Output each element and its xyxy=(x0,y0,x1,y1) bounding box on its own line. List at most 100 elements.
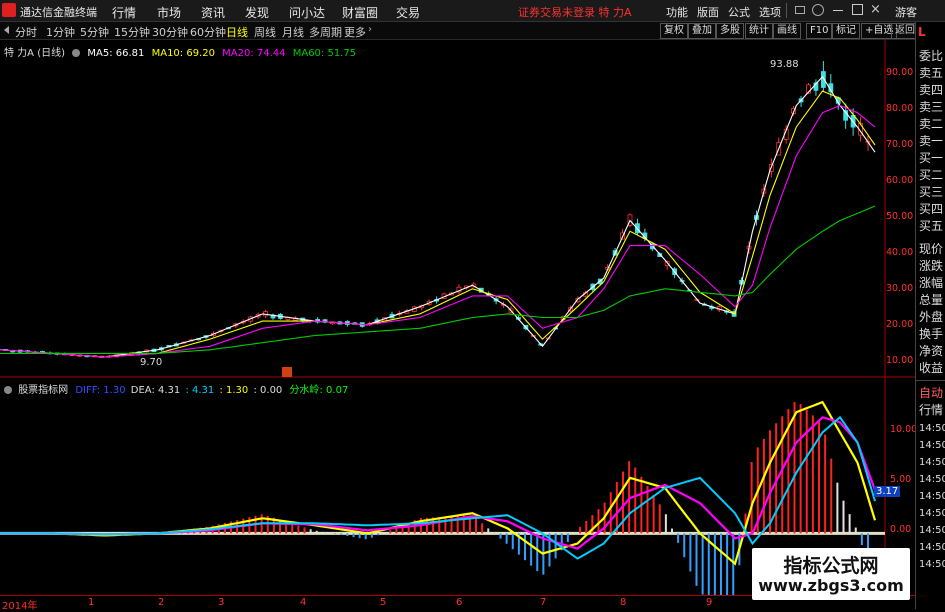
macd-line-diff xyxy=(0,400,877,566)
tick-time: 14:50 xyxy=(919,440,945,451)
period-toolbar: 分时 1分钟 5分钟 15分钟 30分钟 60分钟 日线 周线 月线 多周期 更… xyxy=(0,22,919,40)
tick-time: 14:50 xyxy=(919,508,945,519)
panel-label: 收益 xyxy=(919,361,944,375)
panel-toggle-icon[interactable]: L xyxy=(918,25,926,39)
guest-login[interactable]: 游客 xyxy=(895,4,917,20)
period-30min[interactable]: 30分钟 xyxy=(152,24,188,40)
menu-news[interactable]: 资讯 xyxy=(201,4,225,21)
period-tick[interactable]: 分时 xyxy=(15,24,37,40)
menu-market[interactable]: 市场 xyxy=(157,4,181,21)
macd-y-tick: 5.00 xyxy=(890,474,912,485)
period-5min[interactable]: 5分钟 xyxy=(80,24,109,40)
close-icon[interactable]: × xyxy=(870,2,881,17)
panel-label: 换手 xyxy=(919,327,944,341)
tick-time: 14:50 xyxy=(919,457,945,468)
y-tick: 90.00 xyxy=(886,67,914,78)
statistics-button[interactable]: 统计 xyxy=(745,23,773,39)
panel-label: 外盘 xyxy=(919,310,944,324)
panel-label: 买五 xyxy=(919,219,944,233)
tick-time: 14:50 xyxy=(919,559,945,570)
quote-side-panel: L 委比 卖五 卖四 卖三 卖二 卖一 买一 买二 买三 买四 买五 现价 涨跌… xyxy=(915,22,945,609)
macd-current-badge: 3.17 xyxy=(874,486,901,497)
period-monthly[interactable]: 月线 xyxy=(282,24,304,40)
user-icon[interactable] xyxy=(812,4,824,16)
drawing-button[interactable]: 画线 xyxy=(773,23,801,39)
period-daily[interactable]: 日线 xyxy=(226,24,248,40)
price-chart[interactable] xyxy=(0,40,915,609)
menu-assistant[interactable]: 问小达 xyxy=(289,4,325,21)
tick-time: 14:50 xyxy=(919,491,945,502)
period-weekly[interactable]: 周线 xyxy=(254,24,276,40)
app-logo-icon xyxy=(2,3,16,17)
y-tick: 30.00 xyxy=(886,283,914,294)
app-title: 通达信金融终端 xyxy=(20,6,97,19)
x-tick: 1 xyxy=(88,597,95,608)
event-marker-icon[interactable] xyxy=(282,367,292,377)
minimize-icon[interactable] xyxy=(833,10,843,11)
auto-label[interactable]: 自动 xyxy=(919,384,943,401)
menu-options[interactable]: 选项 xyxy=(759,4,781,20)
period-scroll-left-icon[interactable] xyxy=(4,26,9,34)
y-tick: 10.00 xyxy=(886,355,914,366)
diff-label: DIFF: 1.30 xyxy=(75,385,126,396)
x-tick: 3 xyxy=(218,597,225,608)
panel-label: 卖四 xyxy=(919,83,944,97)
mark-button[interactable]: 标记 xyxy=(832,23,860,39)
panel-divider xyxy=(916,380,945,381)
tick-time: 14:50 xyxy=(919,474,945,485)
panel-label: 买三 xyxy=(919,185,944,199)
adjust-button[interactable]: 复权 xyxy=(660,23,688,39)
tick-time: 14:50 xyxy=(919,542,945,553)
macd-legend: 股票指标网 DIFF: 1.30 DEA: 4.31 : 4.31 : 1.30… xyxy=(4,381,348,396)
tick-time: 14:50 xyxy=(919,525,945,536)
macd-value-3: : 0.00 xyxy=(253,385,283,396)
menu-trade[interactable]: 交易 xyxy=(396,4,420,21)
period-more-chevron-icon[interactable]: › xyxy=(368,24,372,35)
multi-stock-button[interactable]: 多股 xyxy=(716,23,744,39)
menu-layout[interactable]: 版面 xyxy=(697,4,719,20)
x-tick: 2 xyxy=(158,597,165,608)
period-15min[interactable]: 15分钟 xyxy=(114,24,150,40)
indicator-name: 股票指标网 xyxy=(18,385,69,396)
panel-label: 总量 xyxy=(919,293,944,307)
menu-wealth[interactable]: 财富圈 xyxy=(342,4,378,21)
maximize-icon[interactable] xyxy=(852,4,863,15)
menu-function[interactable]: 功能 xyxy=(666,4,688,20)
indicator-settings-icon[interactable] xyxy=(4,386,12,394)
ma-line-ma10 xyxy=(0,90,876,358)
tick-time: 14:50 xyxy=(919,423,945,434)
screen-icon[interactable] xyxy=(795,6,805,14)
y-tick: 20.00 xyxy=(886,319,914,330)
x-tick: 9 xyxy=(706,597,713,608)
macd-y-tick: 10.00 xyxy=(890,424,918,435)
y-tick: 70.00 xyxy=(886,139,914,150)
panel-label: 买二 xyxy=(919,168,944,182)
watermark-title: 指标公式网 xyxy=(783,555,879,577)
menu-formula[interactable]: 公式 xyxy=(728,4,750,20)
macd-value: : 4.31 xyxy=(185,385,215,396)
macd-y-tick: 0.00 xyxy=(890,524,912,535)
menu-discover[interactable]: 发现 xyxy=(245,4,269,21)
panel-label: 涨幅 xyxy=(919,276,944,290)
ma-line-ma60 xyxy=(0,205,876,354)
candlesticks xyxy=(2,61,871,358)
y-tick: 40.00 xyxy=(886,247,914,258)
x-tick: 5 xyxy=(380,597,387,608)
ma-line-ma20 xyxy=(0,104,876,358)
panel-label: 卖一 xyxy=(919,134,944,148)
panel-label: 净资 xyxy=(919,344,944,358)
x-tick: 8 xyxy=(620,597,627,608)
overlay-button[interactable]: 叠加 xyxy=(688,23,716,39)
f10-button[interactable]: F10 xyxy=(806,23,833,39)
period-multi[interactable]: 多周期 xyxy=(309,24,342,40)
panel-label: 涨跌 xyxy=(919,259,944,273)
period-1min[interactable]: 1分钟 xyxy=(46,24,75,40)
ma-line-ma5 xyxy=(0,75,876,358)
auto-label[interactable]: 行情 xyxy=(919,401,943,418)
menu-quotes[interactable]: 行情 xyxy=(112,4,136,21)
period-more[interactable]: 更多 xyxy=(344,24,366,40)
panel-label: 委比 xyxy=(919,49,944,63)
x-tick: 4 xyxy=(300,597,307,608)
panel-label: 卖二 xyxy=(919,117,944,131)
period-60min[interactable]: 60分钟 xyxy=(190,24,226,40)
